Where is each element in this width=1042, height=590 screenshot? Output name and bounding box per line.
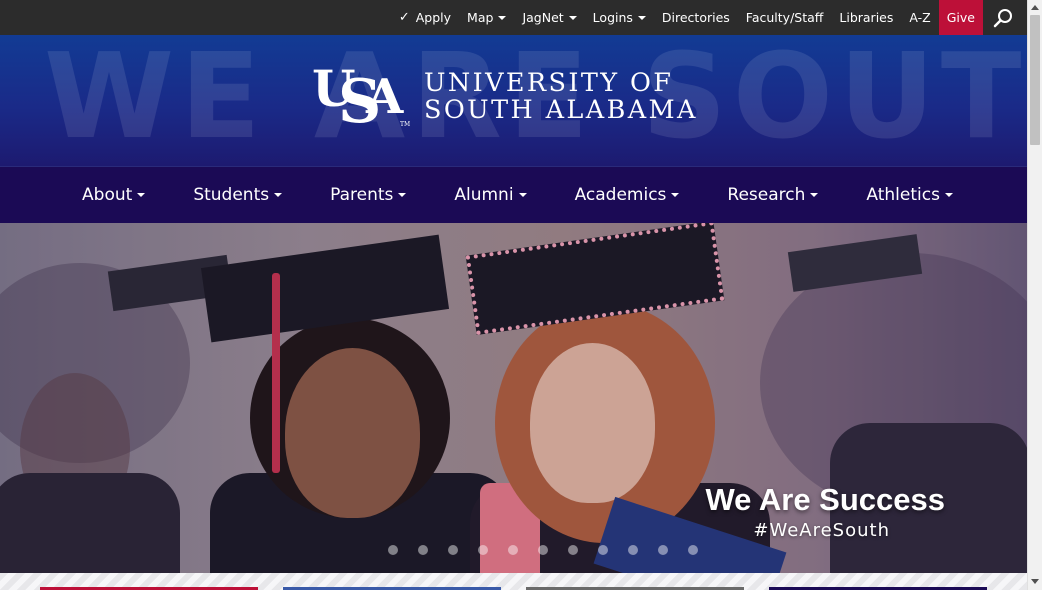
- nav-item-parents[interactable]: Parents: [306, 185, 430, 205]
- main-nav-list: About Students Parents Alumni Academics …: [0, 167, 1027, 223]
- checkmark-icon: ✓: [398, 10, 410, 25]
- search-icon: [993, 8, 1012, 27]
- logo-letter-a: A: [366, 69, 404, 125]
- libraries-link[interactable]: Libraries: [831, 0, 901, 35]
- slide-dot[interactable]: [418, 545, 428, 555]
- nav-item-alumni[interactable]: Alumni: [430, 185, 550, 205]
- caret-down-icon: [568, 15, 577, 20]
- hero-title: We Are Success: [705, 482, 945, 517]
- caret-down-icon: [274, 193, 283, 197]
- apply-link[interactable]: ✓ Apply: [391, 0, 459, 35]
- jagnet-dropdown[interactable]: JagNet: [514, 0, 584, 35]
- slide-dot[interactable]: [388, 545, 398, 555]
- slide-dot[interactable]: [598, 545, 608, 555]
- nav-label: Academics: [574, 185, 667, 205]
- nav-label: Research: [727, 185, 806, 205]
- slide-dot[interactable]: [658, 545, 668, 555]
- slide-dot[interactable]: [478, 545, 488, 555]
- directories-link[interactable]: Directories: [654, 0, 738, 35]
- faculty-staff-label: Faculty/Staff: [745, 10, 824, 25]
- slide-dot[interactable]: [508, 545, 518, 555]
- apply-label: Apply: [415, 10, 452, 25]
- nav-label: Athletics: [866, 185, 940, 205]
- search-button[interactable]: [983, 0, 1027, 35]
- nav-item-about[interactable]: About: [58, 185, 169, 205]
- slider-pagination: [388, 545, 698, 555]
- a-z-label: A-Z: [909, 10, 931, 25]
- scrollbar[interactable]: [1027, 0, 1042, 590]
- caret-down-icon: [137, 193, 146, 197]
- hero-slider[interactable]: We Are Success #WeAreSouth: [0, 223, 1027, 573]
- logins-dropdown[interactable]: Logins: [585, 0, 654, 35]
- nav-item-research[interactable]: Research: [703, 185, 842, 205]
- slide-dot[interactable]: [538, 545, 548, 555]
- caret-down-icon: [944, 193, 953, 197]
- faculty-staff-link[interactable]: Faculty/Staff: [738, 0, 832, 35]
- nav-label: Students: [193, 185, 270, 205]
- caret-down-icon: [671, 193, 680, 197]
- slide-dot[interactable]: [568, 545, 578, 555]
- caret-down-icon: [637, 15, 646, 20]
- map-label: Map: [467, 10, 494, 25]
- give-button[interactable]: Give: [938, 0, 983, 35]
- site-header: WE ARE SOUTH U S A TM UNIVERSITY OF SOUT…: [0, 35, 1027, 166]
- utility-nav: ✓ Apply Map JagNet Logins Directories Fac…: [391, 0, 1027, 35]
- logo-wordmark: UNIVERSITY OF SOUTH ALABAMA: [424, 70, 698, 124]
- libraries-label: Libraries: [839, 10, 894, 25]
- scroll-down-arrow-icon[interactable]: [1031, 579, 1039, 584]
- slide-dot[interactable]: [628, 545, 638, 555]
- usa-logo-mark: U S A TM: [310, 59, 420, 137]
- caret-down-icon: [498, 15, 507, 20]
- a-z-link[interactable]: A-Z: [901, 0, 938, 35]
- caret-down-icon: [810, 193, 819, 197]
- nav-item-students[interactable]: Students: [169, 185, 306, 205]
- caret-down-icon: [518, 193, 527, 197]
- directories-label: Directories: [661, 10, 730, 25]
- nav-item-athletics[interactable]: Athletics: [842, 185, 977, 205]
- logo-line-1: UNIVERSITY OF: [424, 68, 674, 99]
- main-nav: About Students Parents Alumni Academics …: [0, 166, 1027, 223]
- scroll-up-arrow-icon[interactable]: [1031, 5, 1039, 10]
- hero-hashtag: #WeAreSouth: [753, 520, 890, 541]
- map-dropdown[interactable]: Map: [459, 0, 514, 35]
- slide-dot[interactable]: [448, 545, 458, 555]
- trademark: TM: [400, 121, 411, 128]
- university-logo[interactable]: U S A TM UNIVERSITY OF SOUTH ALABAMA: [310, 59, 698, 137]
- logins-label: Logins: [592, 10, 633, 25]
- nav-label: Alumni: [454, 185, 514, 205]
- nav-item-academics[interactable]: Academics: [551, 185, 704, 205]
- utility-bar: ✓ Apply Map JagNet Logins Directories Fac…: [0, 0, 1027, 35]
- scrollbar-thumb[interactable]: [1030, 15, 1040, 145]
- nav-label: Parents: [330, 185, 394, 205]
- slide-dot[interactable]: [688, 545, 698, 555]
- nav-label: About: [82, 185, 133, 205]
- jagnet-label: JagNet: [522, 10, 564, 25]
- caret-down-icon: [398, 193, 407, 197]
- give-label: Give: [946, 10, 975, 25]
- logo-line-2: SOUTH ALABAMA: [424, 95, 698, 125]
